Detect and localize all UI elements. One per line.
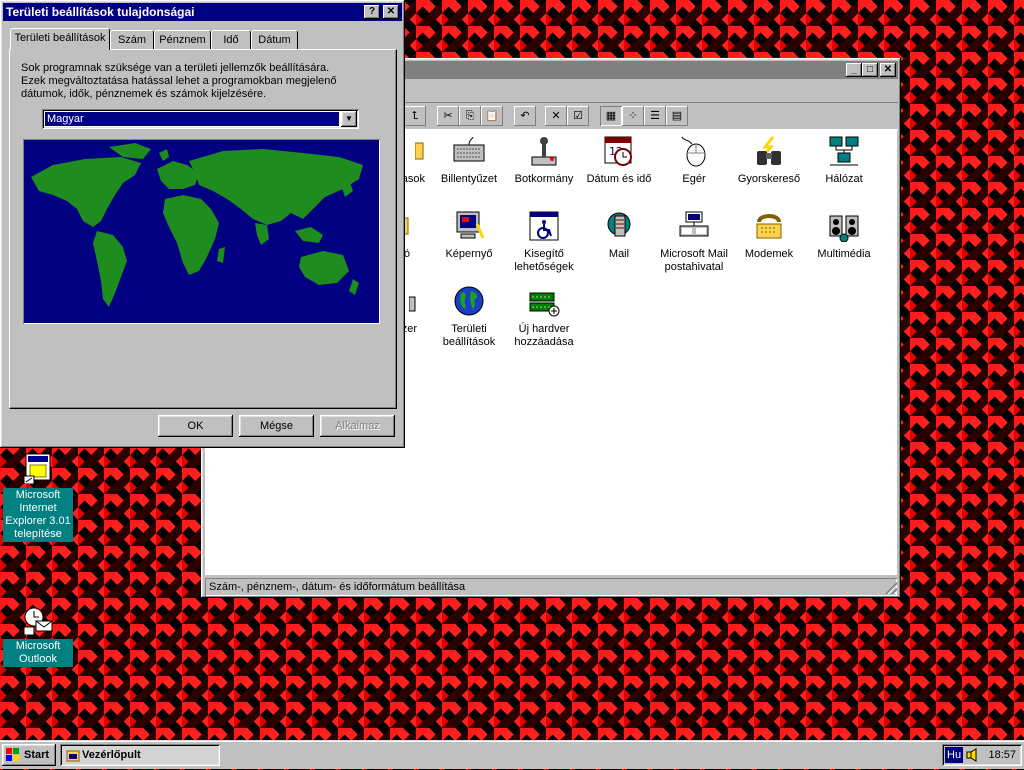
globe-icon: [453, 285, 485, 317]
paste-icon[interactable]: 📋: [481, 106, 503, 126]
delete-icon[interactable]: ✕: [545, 106, 567, 126]
cp-item-network[interactable]: Hálózat: [799, 135, 889, 186]
modem-phone-icon: [753, 210, 785, 242]
system-tray: Hu 18:57: [942, 744, 1022, 766]
language-indicator[interactable]: Hu: [945, 747, 964, 763]
tab-currency[interactable]: Pénznem: [154, 30, 211, 49]
desktop-icon-outlook[interactable]: Microsoft Outlook: [3, 603, 73, 667]
tab-date[interactable]: Dátum: [251, 30, 298, 49]
resize-grip-icon[interactable]: [885, 582, 897, 594]
minimize-button[interactable]: _: [846, 63, 862, 77]
start-label: Start: [24, 749, 50, 761]
status-bar: Szám-, pénznem-, dátum- és időformátum b…: [205, 578, 897, 596]
accessibility-icon: [528, 210, 560, 242]
locale-selected-value: Magyar: [45, 112, 339, 126]
binoculars-icon: [753, 135, 785, 167]
tab-time[interactable]: Idő: [211, 30, 251, 49]
desktop-icon-label: Microsoft Outlook: [3, 639, 73, 667]
display-icon: [453, 210, 485, 242]
locale-select[interactable]: Magyar ▼: [42, 109, 359, 129]
small-icons-view-icon[interactable]: ⁘: [622, 106, 644, 126]
cp-item-multimedia[interactable]: Multimédia: [799, 210, 889, 261]
regional-settings-dialog: Területi beállítások tulajdonságai ? ✕ T…: [0, 0, 405, 448]
mouse-icon: [678, 135, 710, 167]
list-view-icon[interactable]: ☰: [644, 106, 666, 126]
postoffice-icon: [678, 210, 710, 242]
joystick-icon: [528, 135, 560, 167]
maximize-button[interactable]: □: [862, 63, 878, 77]
desktop-icon-label: Microsoft Internet Explorer 3.01 telepít…: [3, 488, 73, 542]
copy-icon[interactable]: ⎘: [459, 106, 481, 126]
large-icons-view-icon[interactable]: ▦: [600, 106, 622, 126]
speaker-icon[interactable]: [966, 748, 980, 762]
cp-item-add-new-hardware[interactable]: Új hardver hozzáadása: [499, 285, 589, 349]
task-label: Vezérlőpult: [82, 749, 141, 761]
taskbar-task-control-panel[interactable]: Vezérlőpult: [60, 744, 220, 766]
tab-regional-settings[interactable]: Területi beállítások: [10, 28, 110, 50]
control-panel-folder-icon: [66, 748, 80, 762]
description-text: Sok programnak szüksége van a területi j…: [21, 62, 337, 100]
close-button[interactable]: ✕: [880, 63, 896, 77]
start-button[interactable]: Start: [2, 744, 56, 766]
dialog-title: Területi beállítások tulajdonságai: [6, 5, 195, 19]
keyboard-icon: [453, 135, 485, 167]
ie-setup-icon: [22, 452, 54, 485]
outlook-icon: [22, 603, 54, 636]
help-button[interactable]: ?: [364, 5, 380, 19]
desktop-icon-ie-setup[interactable]: Microsoft Internet Explorer 3.01 telepít…: [3, 452, 73, 542]
close-button[interactable]: ✕: [383, 5, 399, 19]
world-map-graphic: [31, 143, 363, 307]
taskbar: Start Vezérlőpult Hu 18:57: [0, 740, 1024, 769]
chevron-down-icon[interactable]: ▼: [341, 111, 357, 127]
add-hardware-icon: [528, 285, 560, 317]
tab-panel: Sok programnak szüksége van a területi j…: [9, 49, 397, 409]
network-icon: [828, 135, 860, 167]
cut-icon[interactable]: ✂: [437, 106, 459, 126]
apply-button[interactable]: Alkalmaz: [320, 415, 395, 437]
calendar-clock-icon: 12: [603, 135, 635, 167]
multimedia-icon: [828, 210, 860, 243]
cancel-button[interactable]: Mégse: [239, 415, 314, 437]
partial-icon: [408, 285, 417, 317]
undo-icon[interactable]: ↶: [514, 106, 536, 126]
properties-icon[interactable]: ☑: [567, 106, 589, 126]
ok-button[interactable]: OK: [158, 415, 233, 437]
windows-logo-icon: [6, 748, 20, 762]
clock[interactable]: 18:57: [988, 744, 1016, 766]
mail-icon: [603, 210, 635, 242]
dialog-titlebar[interactable]: Területi beállítások tulajdonságai ? ✕: [3, 3, 402, 21]
up-folder-icon[interactable]: ⮤: [404, 106, 426, 126]
world-map[interactable]: [23, 139, 380, 324]
details-view-icon[interactable]: ▤: [666, 106, 688, 126]
tab-number[interactable]: Szám: [110, 30, 154, 49]
